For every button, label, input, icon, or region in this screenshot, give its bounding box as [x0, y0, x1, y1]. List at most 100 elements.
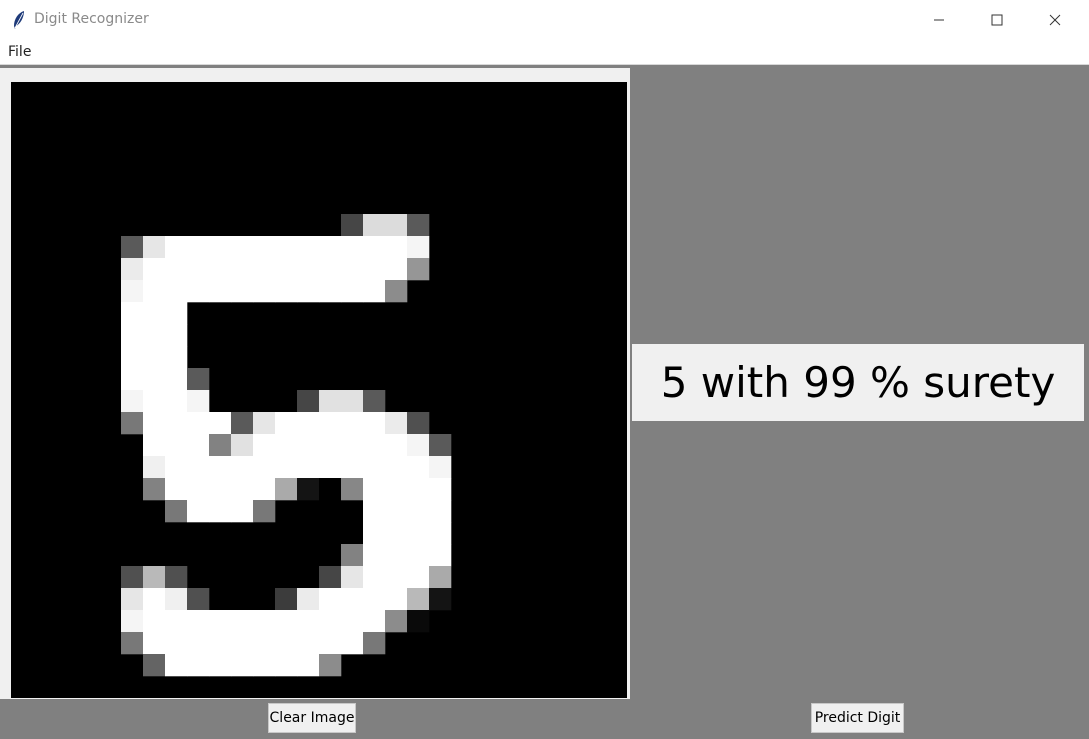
canvas-pixel — [209, 412, 232, 435]
canvas-pixel — [385, 258, 408, 281]
canvas-pixel — [165, 434, 188, 457]
canvas-pixel — [363, 456, 386, 479]
canvas-pixel — [253, 632, 276, 655]
window-title: Digit Recognizer — [34, 11, 149, 27]
canvas-pixel — [297, 610, 320, 633]
clear-image-button[interactable]: Clear Image — [268, 703, 356, 733]
canvas-pixel — [143, 632, 166, 655]
canvas-pixel — [407, 236, 430, 259]
canvas-pixel — [297, 258, 320, 281]
canvas-pixel — [121, 390, 144, 413]
canvas-pixel — [319, 412, 342, 435]
canvas-frame — [0, 68, 630, 699]
canvas-pixel — [231, 280, 254, 303]
canvas-pixel — [143, 588, 166, 611]
canvas-pixel — [341, 566, 364, 589]
canvas-pixel — [341, 214, 364, 237]
canvas-pixel — [297, 236, 320, 259]
canvas-pixel — [187, 258, 210, 281]
canvas-pixel — [275, 236, 298, 259]
canvas-pixel — [187, 280, 210, 303]
canvas-pixel — [121, 346, 144, 369]
close-button[interactable] — [1027, 0, 1085, 40]
canvas-pixel — [165, 566, 188, 589]
canvas-pixel — [407, 500, 430, 523]
canvas-pixel — [429, 500, 452, 523]
canvas-pixel — [429, 522, 452, 545]
canvas-pixel — [253, 236, 276, 259]
canvas-pixel — [143, 280, 166, 303]
canvas-pixel — [165, 368, 188, 391]
canvas-pixel — [187, 654, 210, 677]
canvas-pixel — [165, 346, 188, 369]
canvas-pixel — [143, 236, 166, 259]
app-body: 5 with 99 % surety Clear Image Predict D… — [0, 65, 1089, 739]
canvas-pixel — [187, 632, 210, 655]
canvas-pixel — [165, 500, 188, 523]
canvas-pixel — [319, 654, 342, 677]
canvas-pixel — [297, 434, 320, 457]
canvas-pixel — [143, 434, 166, 457]
menu-file[interactable]: File — [8, 44, 31, 60]
canvas-pixel — [253, 654, 276, 677]
canvas-pixel — [187, 434, 210, 457]
canvas-pixel — [385, 522, 408, 545]
canvas-pixel — [165, 588, 188, 611]
canvas-pixel — [363, 500, 386, 523]
canvas-pixel — [187, 588, 210, 611]
canvas-pixel — [165, 302, 188, 325]
canvas-pixel — [121, 588, 144, 611]
canvas-pixel — [143, 368, 166, 391]
canvas-pixel — [209, 434, 232, 457]
predict-digit-button[interactable]: Predict Digit — [811, 703, 904, 733]
drawing-canvas[interactable] — [11, 82, 627, 698]
canvas-pixel — [407, 258, 430, 281]
canvas-pixel — [363, 632, 386, 655]
canvas-pixel — [187, 610, 210, 633]
canvas-pixel — [297, 478, 320, 501]
canvas-pixel — [429, 588, 452, 611]
canvas-pixel — [121, 368, 144, 391]
canvas-pixel — [187, 390, 210, 413]
canvas-pixel — [121, 610, 144, 633]
maximize-icon — [991, 14, 1003, 26]
canvas-pixel — [209, 280, 232, 303]
canvas-pixel — [165, 610, 188, 633]
canvas-pixel — [385, 588, 408, 611]
canvas-pixel — [231, 654, 254, 677]
title-bar: Digit Recognizer — [0, 0, 1089, 40]
canvas-pixel — [275, 610, 298, 633]
canvas-pixel — [165, 412, 188, 435]
canvas-pixel — [231, 632, 254, 655]
canvas-pixel — [187, 478, 210, 501]
canvas-pixel — [341, 434, 364, 457]
canvas-pixel — [253, 500, 276, 523]
canvas-pixel — [407, 434, 430, 457]
canvas-pixel — [385, 412, 408, 435]
canvas-pixel — [209, 654, 232, 677]
minimize-button[interactable] — [911, 0, 969, 40]
canvas-pixel — [341, 280, 364, 303]
canvas-pixel — [187, 456, 210, 479]
canvas-pixel — [187, 236, 210, 259]
canvas-pixel — [385, 500, 408, 523]
canvas-pixel — [209, 236, 232, 259]
canvas-pixel — [275, 280, 298, 303]
canvas-pixel — [429, 566, 452, 589]
canvas-pixel — [121, 632, 144, 655]
canvas-pixel — [385, 456, 408, 479]
canvas-pixel — [231, 610, 254, 633]
canvas-pixel — [363, 434, 386, 457]
canvas-pixel — [275, 456, 298, 479]
canvas-pixel — [319, 434, 342, 457]
canvas-pixel — [253, 412, 276, 435]
canvas-pixel — [297, 456, 320, 479]
canvas-pixel — [209, 456, 232, 479]
canvas-pixel — [121, 280, 144, 303]
feather-icon — [12, 10, 26, 30]
canvas-pixel — [209, 478, 232, 501]
canvas-pixel — [209, 632, 232, 655]
canvas-pixel — [143, 412, 166, 435]
maximize-button[interactable] — [969, 0, 1027, 40]
canvas-pixel — [231, 500, 254, 523]
